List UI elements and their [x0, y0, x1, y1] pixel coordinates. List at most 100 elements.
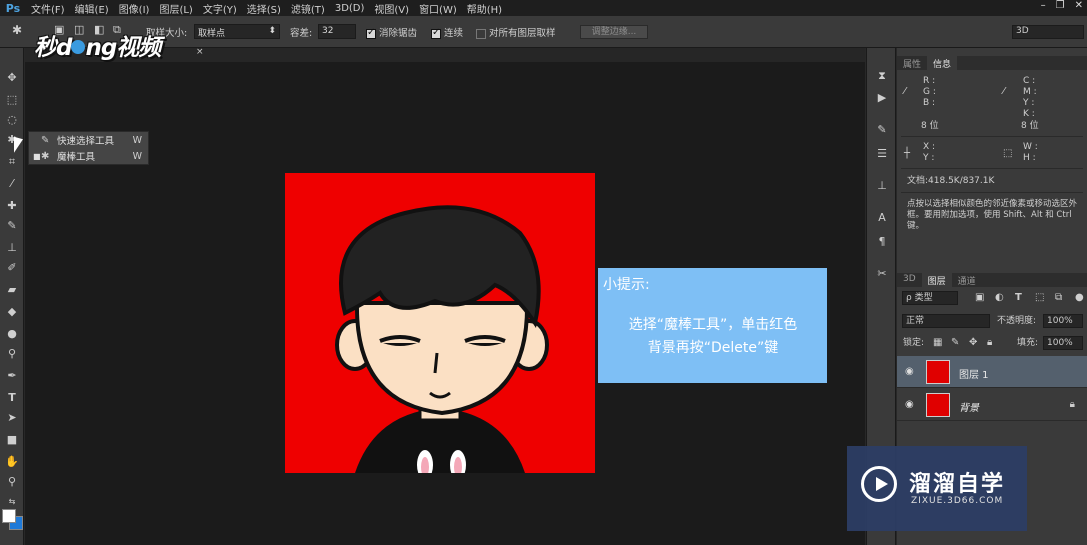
tool-presets-icon[interactable]: ✂ [874, 266, 890, 282]
type-tool-icon[interactable]: T [4, 390, 20, 406]
filter-adjustment-icon[interactable]: ◐ [995, 292, 1004, 303]
tip-line-1: 选择“魔棒工具”，单击红色 [628, 317, 798, 333]
menu-edit[interactable]: 编辑(E) [70, 1, 114, 16]
pen-tool-icon[interactable]: ✒ [4, 368, 20, 384]
path-selection-icon[interactable]: ➤ [4, 410, 20, 426]
layer-name: 图层 1 [959, 370, 989, 381]
actions-panel-icon[interactable]: ▶ [874, 90, 890, 106]
brush-tool-icon[interactable]: ✎ [4, 218, 20, 234]
workspace-select[interactable]: 3D [1012, 25, 1084, 39]
document-image[interactable] [285, 173, 595, 473]
visibility-eye-icon[interactable]: ◉ [905, 366, 914, 377]
blend-mode-select[interactable]: 正常 [902, 314, 990, 328]
info-bit-depth-right: 8 位 [1021, 121, 1039, 131]
crop-tool-icon[interactable]: ⌗ [4, 154, 20, 170]
character-panel-icon[interactable]: A [874, 210, 890, 226]
history-brush-icon[interactable]: ✐ [4, 260, 20, 276]
hand-tool-icon[interactable]: ✋ [4, 454, 20, 470]
selection-size-icon: ⬚ [1003, 148, 1013, 159]
menu-type[interactable]: 文字(Y) [198, 1, 242, 16]
menu-select[interactable]: 选择(S) [242, 1, 286, 16]
all-layers-checkbox[interactable] [476, 28, 486, 39]
sample-size-select[interactable]: 取样点 ⬍ [194, 24, 280, 39]
photoshop-logo: Ps [5, 1, 21, 15]
all-layers-option[interactable]: 对所有图层取样 [476, 25, 556, 39]
refine-edge-button[interactable]: 调整边缘... [580, 25, 648, 39]
filter-smart-object-icon[interactable]: ⧉ [1055, 292, 1062, 303]
contiguous-option[interactable]: 连续 [431, 25, 463, 39]
minimize-button[interactable]: – [1041, 0, 1046, 11]
clone-source-icon[interactable]: ⊥ [874, 178, 890, 194]
tab-layers[interactable]: 图层 [921, 273, 952, 287]
filter-pixel-icon[interactable]: ▣ [975, 292, 984, 303]
paint-bucket-icon[interactable]: ◆ [4, 304, 20, 320]
menu-image[interactable]: 图像(I) [114, 1, 155, 16]
lock-position-icon[interactable]: ✥ [969, 337, 977, 348]
lock-transparent-icon[interactable]: ▦ [933, 337, 942, 348]
layer-filter-select[interactable]: ρ 类型 [902, 291, 958, 305]
zoom-tool-icon[interactable]: ⚲ [4, 474, 20, 490]
flyout-item-shortcut: W [132, 150, 142, 162]
close-button[interactable]: ✕ [1075, 0, 1083, 11]
lock-all-icon[interactable]: 🔒︎ [987, 337, 992, 348]
flyout-item-quick-select[interactable]: ✎ 快速选择工具 W [29, 132, 148, 148]
tool-hint-text: 点按以选择相似颜色的邻近像素或移动选区外框。要用附加选项，使用 Shift、Al… [907, 199, 1078, 231]
lock-image-icon[interactable]: ✎ [951, 337, 959, 348]
document-tab-close[interactable]: × [196, 47, 204, 57]
brush-panel-icon[interactable]: ✎ [874, 122, 890, 138]
menu-filter[interactable]: 滤镜(T) [286, 1, 330, 16]
tab-channels[interactable]: 通道 [952, 273, 982, 287]
info-r-label: R : [923, 76, 936, 86]
tools-panel: ✥ ⬚ ◌ ✱ ⌗ ⁄ ✚ ✎ ⊥ ✐ ▰ ◆ ● ⚲ ✒ T ➤ ■ ✋ ⚲ … [0, 48, 24, 545]
foreground-color-swatch[interactable] [2, 509, 16, 523]
move-tool-icon[interactable]: ✥ [4, 70, 20, 86]
chevron-down-icon: ⬍ [268, 26, 276, 36]
brand-name: 溜溜自学 [909, 472, 1006, 497]
info-c-label: C : [1023, 76, 1036, 86]
filter-type-icon[interactable]: T [1015, 292, 1022, 303]
eyedropper-icon: ⁄ [1003, 86, 1005, 97]
menu-file[interactable]: 文件(F) [26, 1, 70, 16]
visibility-eye-icon[interactable]: ◉ [905, 399, 914, 410]
selection-tool-flyout: ✎ 快速选择工具 W ■ ✱ 魔棒工具 W [28, 131, 149, 165]
dodge-tool-icon[interactable]: ⚲ [4, 346, 20, 362]
contiguous-checkbox[interactable] [431, 27, 441, 39]
restore-button[interactable]: ❐ [1056, 0, 1065, 11]
tip-title: 小提示: [603, 277, 650, 293]
adjustments-panel-icon[interactable]: ☰ [874, 146, 890, 162]
menu-view[interactable]: 视图(V) [369, 1, 414, 16]
menu-3d[interactable]: 3D(D) [330, 3, 370, 14]
tolerance-input[interactable]: 32 [318, 24, 356, 39]
blur-tool-icon[interactable]: ● [4, 326, 20, 342]
fill-input[interactable]: 100% [1043, 336, 1083, 350]
tolerance-label: 容差: [290, 28, 313, 39]
antialias-checkbox[interactable] [366, 27, 376, 39]
tab-info[interactable]: 信息 [927, 56, 958, 70]
layer-row-background[interactable]: ◉ 背景 🔒︎ [897, 389, 1087, 421]
antialias-option[interactable]: 消除锯齿 [366, 25, 417, 39]
swap-colors-icon[interactable]: ⇆ [4, 494, 20, 510]
lasso-tool-icon[interactable]: ◌ [4, 112, 20, 128]
layer-row-layer1[interactable]: ◉ 图层 1 [897, 356, 1087, 388]
menu-layer[interactable]: 图层(L) [154, 1, 197, 16]
stamp-tool-icon[interactable]: ⊥ [4, 240, 20, 256]
tab-properties[interactable]: 属性 [897, 56, 927, 70]
tab-3d[interactable]: 3D [897, 273, 922, 287]
marquee-tool-icon[interactable]: ⬚ [4, 92, 20, 108]
shape-tool-icon[interactable]: ■ [4, 432, 20, 448]
eraser-tool-icon[interactable]: ▰ [4, 282, 20, 298]
flyout-item-magic-wand[interactable]: ■ ✱ 魔棒工具 W [29, 148, 148, 164]
menu-window[interactable]: 窗口(W) [414, 1, 462, 16]
mouse-cursor-icon [14, 136, 23, 156]
eyedropper-tool-icon[interactable]: ⁄ [4, 176, 20, 192]
filter-shape-icon[interactable]: ⬚ [1035, 292, 1044, 303]
menu-help[interactable]: 帮助(H) [462, 1, 507, 16]
history-panel-icon[interactable]: ⧗ [874, 68, 890, 84]
info-wh-labels: W : H : [1023, 142, 1038, 164]
filter-toggle-icon[interactable]: ● [1075, 292, 1084, 303]
opacity-input[interactable]: 100% [1043, 314, 1083, 328]
layer-thumbnail [926, 360, 950, 384]
paragraph-panel-icon[interactable]: ¶ [874, 234, 890, 250]
healing-brush-icon[interactable]: ✚ [4, 198, 20, 214]
magic-wand-icon[interactable]: ✱ [12, 23, 22, 37]
